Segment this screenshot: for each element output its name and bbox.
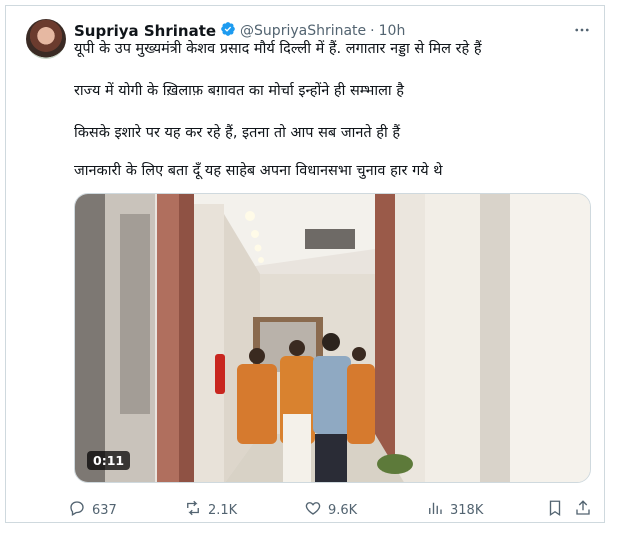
video-duration-badge: 0:11 <box>87 451 131 470</box>
more-options-icon[interactable] <box>570 18 594 42</box>
reply-button[interactable]: 637 <box>68 499 117 521</box>
tweet-text-line-2: राज्य में योगी के ख़िलाफ़ बग़ावत का मोर्… <box>74 83 404 99</box>
views-button[interactable]: 318K <box>426 499 483 521</box>
repost-count: 2.1K <box>208 502 238 518</box>
separator-dot: · <box>370 23 375 39</box>
author-handle[interactable]: @SupriyaShrinate <box>240 23 366 39</box>
repost-button[interactable]: 2.1K <box>184 499 237 521</box>
bookmark-icon <box>546 499 564 521</box>
verified-badge-icon <box>220 21 236 41</box>
like-button[interactable]: 9.6K <box>304 499 357 521</box>
video-frame-image <box>75 194 590 482</box>
heart-icon <box>304 499 322 521</box>
repost-icon <box>184 499 202 521</box>
bookmark-button[interactable] <box>546 499 564 521</box>
tweet-card[interactable]: Supriya Shrinate @SupriyaShrinate · 10h … <box>5 5 605 523</box>
video-player[interactable]: 0:11 <box>74 193 591 483</box>
reply-icon <box>68 499 86 521</box>
tweet-text-line-1: यूपी के उप मुख्यमंत्री केशव प्रसाद मौर्य… <box>74 41 482 57</box>
avatar[interactable] <box>26 19 66 59</box>
author-name[interactable]: Supriya Shrinate <box>74 22 216 40</box>
like-count: 9.6K <box>328 502 358 518</box>
timestamp[interactable]: 10h <box>379 23 406 39</box>
tweet-actions-bar: 637 2.1K 9.6K 318K <box>68 499 598 521</box>
tweet-text-line-4: जानकारी के लिए बता दूँ यह साहेब अपना विध… <box>74 163 443 179</box>
analytics-icon <box>426 499 444 521</box>
reply-count: 637 <box>92 502 117 518</box>
tweet-text-line-3: किसके इशारे पर यह कर रहे हैं, इतना तो आप… <box>74 125 401 141</box>
share-icon <box>574 499 592 521</box>
share-button[interactable] <box>574 499 592 521</box>
views-count: 318K <box>450 502 484 518</box>
